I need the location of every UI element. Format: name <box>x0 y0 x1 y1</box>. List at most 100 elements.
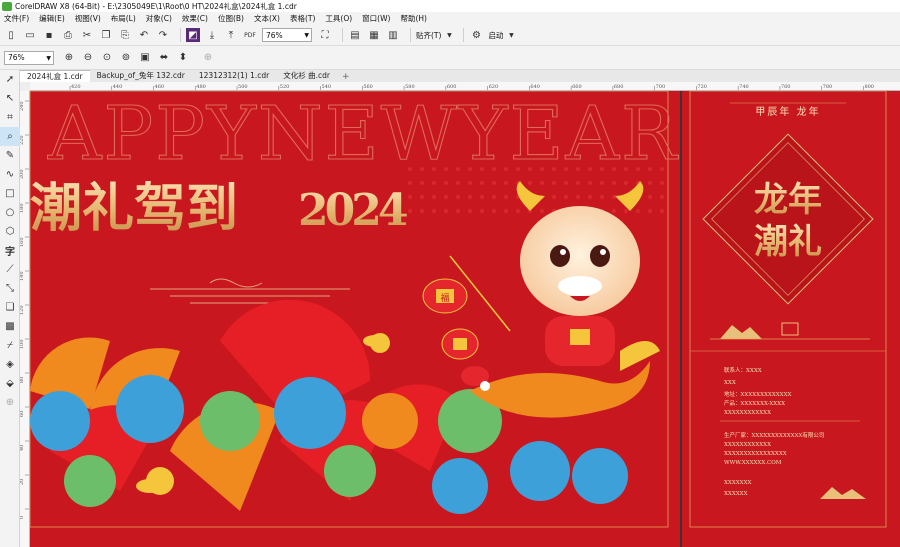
headline-text: 潮礼驾到 <box>30 178 238 239</box>
ruler-tick-label: 700 <box>656 84 666 90</box>
redo-icon[interactable]: ↷ <box>156 28 170 42</box>
zoom-page-height-icon[interactable]: ⬍ <box>176 51 190 65</box>
drop-shadow-icon[interactable]: ❑ <box>0 298 20 317</box>
snap-to-menu[interactable]: 贴齐(T) <box>416 30 441 41</box>
menu-effects[interactable]: 效果(C) <box>182 13 208 24</box>
info-line-7: XXXXXXXXXXXX <box>724 442 771 448</box>
rectangle-tool-icon[interactable]: □ <box>0 184 20 203</box>
toolbar-separator <box>410 28 411 42</box>
tab-document-4[interactable]: 文化衫 曲.cdr <box>276 70 337 82</box>
menu-edit[interactable]: 编辑(E) <box>39 13 65 24</box>
menu-bitmaps[interactable]: 位图(B) <box>218 13 244 24</box>
zoom-level-select[interactable]: 76% ▼ <box>262 28 312 42</box>
add-tool-icon[interactable]: ⊕ <box>0 393 20 412</box>
zoom-page-width-icon[interactable]: ⬌ <box>157 51 171 65</box>
drawing-canvas[interactable]: APPYNEWYEAR 潮礼驾到 2024 福 甲辰年 龙年 龙年 潮礼 联系人… <box>30 91 900 547</box>
artwork: APPYNEWYEAR 潮礼驾到 2024 福 甲辰年 龙年 龙年 潮礼 联系人… <box>30 91 900 547</box>
zoom-all-objects-icon[interactable]: ⊚ <box>119 51 133 65</box>
vertical-ruler[interactable]: 240220200180160140120100806040200 <box>20 91 30 547</box>
eyedropper-tool-icon[interactable]: ⌿ <box>0 336 20 355</box>
property-bar: 76% ▼ ⊕ ⊖ ⊙ ⊚ ▣ ⬌ ⬍ ⊕ <box>0 46 900 70</box>
zoom-page-icon[interactable]: ▣ <box>138 51 152 65</box>
ruler-tick-label: 200 <box>20 169 25 179</box>
chevron-down-icon[interactable]: ▼ <box>507 28 515 42</box>
zoom-in-icon[interactable]: ⊕ <box>62 51 76 65</box>
tab-document-3[interactable]: 12312312(1) 1.cdr <box>192 70 276 82</box>
menu-window[interactable]: 窗口(W) <box>362 13 390 24</box>
horizontal-ruler[interactable]: 420 440 460 480 500 520 540 560 580 600 620 640 660 6… <box>30 82 900 91</box>
zoom-tool-icon[interactable]: ⌕ <box>0 127 20 146</box>
options-gear-icon[interactable]: ⚙ <box>469 28 483 42</box>
ruler-tick-label: 20 <box>20 479 25 485</box>
show-grid-icon[interactable]: ▦ <box>367 28 381 42</box>
ruler-tick-label: 220 <box>20 135 25 145</box>
standard-toolbar: ▯ ▭ ▪ ⎙ ✂ ❐ ⎘ ↶ ↷ ◩ ⤓ ⤒ PDF 76% ▼ ⛶ ▤ ▦ … <box>0 25 900 46</box>
menu-layout[interactable]: 布局(L) <box>111 13 136 24</box>
transparency-tool-icon[interactable]: ▩ <box>0 317 20 336</box>
menu-table[interactable]: 表格(T) <box>290 13 315 24</box>
undo-icon[interactable]: ↶ <box>137 28 151 42</box>
toolbox: ➚ ↖ ⌗ ⌕ ✎ ∿ □ ○ ⬡ 字 ⟋ ⤡ ❑ ▩ ⌿ ◈ ⬙ ⊕ <box>0 70 20 547</box>
smart-fill-icon[interactable]: ⬙ <box>0 374 20 393</box>
badge-line-2: 潮礼 <box>754 222 822 262</box>
open-folder-icon[interactable]: ▭ <box>23 28 37 42</box>
tab-document-1[interactable]: 2024礼盒 1.cdr <box>20 70 90 82</box>
pan-hand-icon[interactable]: ⊕ <box>201 51 215 65</box>
full-screen-icon[interactable]: ⛶ <box>318 28 332 42</box>
export-icon[interactable]: ⤒ <box>224 28 238 42</box>
launch-menu[interactable]: 启动 <box>488 30 503 41</box>
ruler-tick-label: 520 <box>280 84 290 90</box>
save-icon[interactable]: ▪ <box>42 28 56 42</box>
text-tool-icon[interactable]: 字 <box>0 241 20 260</box>
copy-icon[interactable]: ❐ <box>99 28 113 42</box>
chevron-down-icon[interactable]: ▼ <box>445 28 453 42</box>
ruler-tick-label: 740 <box>739 84 749 90</box>
parallel-dimension-icon[interactable]: ⟋ <box>0 260 20 279</box>
side-header-text: 甲辰年 龙年 <box>755 105 820 118</box>
ruler-tick-label: 120 <box>20 305 25 315</box>
tab-document-2[interactable]: Backup_of_兔年 132.cdr <box>90 70 192 82</box>
ruler-tick-label: 140 <box>20 271 25 281</box>
show-guidelines-icon[interactable]: ▥ <box>386 28 400 42</box>
interactive-fill-icon[interactable]: ◈ <box>0 355 20 374</box>
cut-icon[interactable]: ✂ <box>80 28 94 42</box>
ruler-corner[interactable] <box>20 82 30 91</box>
menu-view[interactable]: 视图(V) <box>75 13 101 24</box>
pick-tool-icon[interactable]: ➚ <box>0 70 20 89</box>
ruler-tick-label: 180 <box>20 203 25 213</box>
window-title: CorelDRAW X8 (64-Bit) - E:\2305049E\1\Ro… <box>15 1 297 11</box>
connector-tool-icon[interactable]: ⤡ <box>0 279 20 298</box>
document-tabs: 2024礼盒 1.cdr Backup_of_兔年 132.cdr 123123… <box>20 70 900 82</box>
new-tab-plus-icon[interactable]: + <box>337 72 355 82</box>
crop-tool-icon[interactable]: ⌗ <box>0 108 20 127</box>
new-document-icon[interactable]: ▯ <box>4 28 18 42</box>
search-content-icon[interactable]: ◩ <box>186 28 200 42</box>
zoom-selected-icon[interactable]: ⊙ <box>100 51 114 65</box>
menu-text[interactable]: 文本(X) <box>254 13 280 24</box>
horizontal-ruler-ticks: 420 440 460 480 500 520 540 560 580 600 620 640 660 6… <box>69 84 874 90</box>
lantern-fu-char: 福 <box>440 292 449 304</box>
zoom-level-select[interactable]: 76% ▼ <box>4 50 54 65</box>
import-icon[interactable]: ⤓ <box>205 28 219 42</box>
ruler-tick-label: 0 <box>20 516 25 519</box>
ruler-tick-label: 420 <box>71 84 81 90</box>
ruler-tick-label: 500 <box>238 84 248 90</box>
ellipse-tool-icon[interactable]: ○ <box>0 203 20 222</box>
bg-happy-new-year-text: APPYNEWYEAR <box>47 91 679 177</box>
polygon-tool-icon[interactable]: ⬡ <box>0 222 20 241</box>
menu-file[interactable]: 文件(F) <box>4 13 29 24</box>
ruler-tick-label: 80 <box>20 377 25 383</box>
freehand-tool-icon[interactable]: ✎ <box>0 146 20 165</box>
menu-tools[interactable]: 工具(O) <box>325 13 352 24</box>
menu-object[interactable]: 对象(C) <box>146 13 172 24</box>
artistic-media-icon[interactable]: ∿ <box>0 165 20 184</box>
zoom-out-icon[interactable]: ⊖ <box>81 51 95 65</box>
menu-help[interactable]: 帮助(H) <box>400 13 427 24</box>
paste-icon[interactable]: ⎘ <box>118 28 132 42</box>
info-line-2: XXX <box>724 380 736 386</box>
show-rulers-icon[interactable]: ▤ <box>348 28 362 42</box>
info-line-5: XXXXXXXXXXXX <box>724 410 771 416</box>
publish-pdf-icon[interactable]: PDF <box>243 28 257 42</box>
print-icon[interactable]: ⎙ <box>61 28 75 42</box>
shape-tool-icon[interactable]: ↖ <box>0 89 20 108</box>
